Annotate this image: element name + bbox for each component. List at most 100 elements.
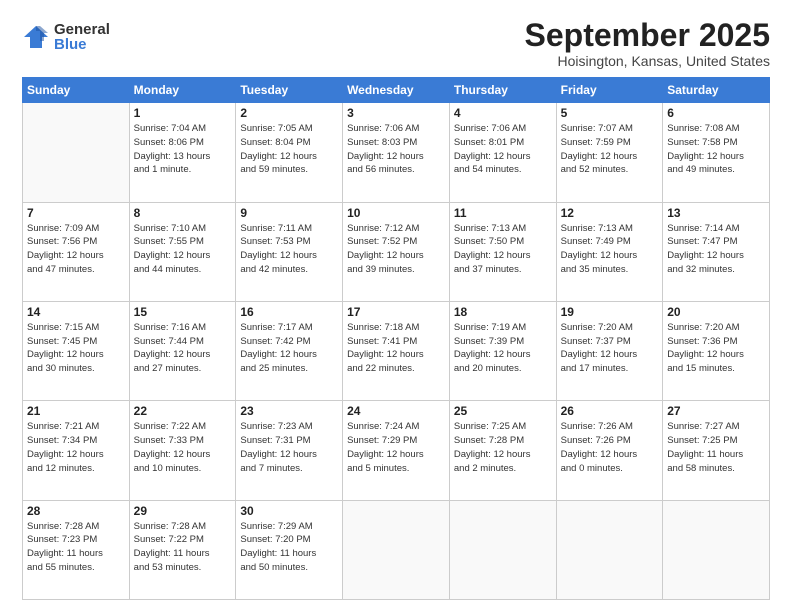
table-row: 1 Sunrise: 7:04 AM Sunset: 8:06 PM Daylig… (129, 103, 236, 202)
day-number: 4 (454, 106, 552, 120)
day-number: 12 (561, 206, 659, 220)
day-info: Sunrise: 7:11 AM Sunset: 7:53 PM Dayligh… (240, 222, 338, 277)
table-row: 19 Sunrise: 7:20 AM Sunset: 7:37 PM Dayli… (556, 301, 663, 400)
table-row: 3 Sunrise: 7:06 AM Sunset: 8:03 PM Daylig… (343, 103, 450, 202)
day-number: 10 (347, 206, 445, 220)
header-thursday: Thursday (449, 78, 556, 103)
day-info: Sunrise: 7:10 AM Sunset: 7:55 PM Dayligh… (134, 222, 232, 277)
table-row: 4 Sunrise: 7:06 AM Sunset: 8:01 PM Daylig… (449, 103, 556, 202)
day-info: Sunrise: 7:13 AM Sunset: 7:50 PM Dayligh… (454, 222, 552, 277)
day-number: 18 (454, 305, 552, 319)
table-row (556, 500, 663, 599)
header-friday: Friday (556, 78, 663, 103)
day-info: Sunrise: 7:06 AM Sunset: 8:01 PM Dayligh… (454, 122, 552, 177)
day-info: Sunrise: 7:19 AM Sunset: 7:39 PM Dayligh… (454, 321, 552, 376)
day-number: 2 (240, 106, 338, 120)
table-row: 29 Sunrise: 7:28 AM Sunset: 7:22 PM Dayli… (129, 500, 236, 599)
table-row: 21 Sunrise: 7:21 AM Sunset: 7:34 PM Dayli… (23, 401, 130, 500)
day-number: 1 (134, 106, 232, 120)
logo-icon (22, 23, 50, 51)
day-number: 20 (667, 305, 765, 319)
day-number: 3 (347, 106, 445, 120)
header-sunday: Sunday (23, 78, 130, 103)
day-number: 17 (347, 305, 445, 319)
day-number: 7 (27, 206, 125, 220)
day-info: Sunrise: 7:16 AM Sunset: 7:44 PM Dayligh… (134, 321, 232, 376)
day-info: Sunrise: 7:08 AM Sunset: 7:58 PM Dayligh… (667, 122, 765, 177)
day-number: 14 (27, 305, 125, 319)
day-number: 29 (134, 504, 232, 518)
day-number: 6 (667, 106, 765, 120)
day-info: Sunrise: 7:18 AM Sunset: 7:41 PM Dayligh… (347, 321, 445, 376)
day-number: 30 (240, 504, 338, 518)
title-block: September 2025 Hoisington, Kansas, Unite… (525, 18, 770, 69)
day-info: Sunrise: 7:28 AM Sunset: 7:22 PM Dayligh… (134, 520, 232, 575)
header: General Blue September 2025 Hoisington, … (22, 18, 770, 69)
day-info: Sunrise: 7:26 AM Sunset: 7:26 PM Dayligh… (561, 420, 659, 475)
day-info: Sunrise: 7:29 AM Sunset: 7:20 PM Dayligh… (240, 520, 338, 575)
table-row: 15 Sunrise: 7:16 AM Sunset: 7:44 PM Dayli… (129, 301, 236, 400)
table-row: 23 Sunrise: 7:23 AM Sunset: 7:31 PM Dayli… (236, 401, 343, 500)
day-info: Sunrise: 7:15 AM Sunset: 7:45 PM Dayligh… (27, 321, 125, 376)
day-number: 23 (240, 404, 338, 418)
table-row: 20 Sunrise: 7:20 AM Sunset: 7:36 PM Dayli… (663, 301, 770, 400)
location: Hoisington, Kansas, United States (525, 53, 770, 69)
table-row: 9 Sunrise: 7:11 AM Sunset: 7:53 PM Daylig… (236, 202, 343, 301)
day-number: 5 (561, 106, 659, 120)
table-row (23, 103, 130, 202)
day-info: Sunrise: 7:25 AM Sunset: 7:28 PM Dayligh… (454, 420, 552, 475)
day-number: 15 (134, 305, 232, 319)
table-row (343, 500, 450, 599)
day-number: 19 (561, 305, 659, 319)
day-number: 11 (454, 206, 552, 220)
day-info: Sunrise: 7:23 AM Sunset: 7:31 PM Dayligh… (240, 420, 338, 475)
day-number: 24 (347, 404, 445, 418)
table-row: 28 Sunrise: 7:28 AM Sunset: 7:23 PM Dayli… (23, 500, 130, 599)
day-number: 16 (240, 305, 338, 319)
header-saturday: Saturday (663, 78, 770, 103)
calendar: Sunday Monday Tuesday Wednesday Thursday… (22, 77, 770, 600)
table-row: 8 Sunrise: 7:10 AM Sunset: 7:55 PM Daylig… (129, 202, 236, 301)
table-row: 14 Sunrise: 7:15 AM Sunset: 7:45 PM Dayli… (23, 301, 130, 400)
day-info: Sunrise: 7:04 AM Sunset: 8:06 PM Dayligh… (134, 122, 232, 177)
day-info: Sunrise: 7:28 AM Sunset: 7:23 PM Dayligh… (27, 520, 125, 575)
table-row: 11 Sunrise: 7:13 AM Sunset: 7:50 PM Dayli… (449, 202, 556, 301)
logo-text: General Blue (54, 22, 110, 52)
table-row: 12Sunrise: 7:13 AM Sunset: 7:49 PM Dayli… (556, 202, 663, 301)
table-row (449, 500, 556, 599)
day-info: Sunrise: 7:05 AM Sunset: 8:04 PM Dayligh… (240, 122, 338, 177)
day-number: 26 (561, 404, 659, 418)
table-row: 7 Sunrise: 7:09 AM Sunset: 7:56 PM Daylig… (23, 202, 130, 301)
table-row (663, 500, 770, 599)
day-info: Sunrise: 7:21 AM Sunset: 7:34 PM Dayligh… (27, 420, 125, 475)
day-info: Sunrise: 7:20 AM Sunset: 7:37 PM Dayligh… (561, 321, 659, 376)
table-row: 5 Sunrise: 7:07 AM Sunset: 7:59 PM Daylig… (556, 103, 663, 202)
logo: General Blue (22, 22, 110, 52)
header-tuesday: Tuesday (236, 78, 343, 103)
logo-general: General (54, 22, 110, 37)
day-number: 21 (27, 404, 125, 418)
logo-blue: Blue (54, 37, 110, 52)
day-info: Sunrise: 7:06 AM Sunset: 8:03 PM Dayligh… (347, 122, 445, 177)
day-number: 8 (134, 206, 232, 220)
table-row: 2 Sunrise: 7:05 AM Sunset: 8:04 PM Daylig… (236, 103, 343, 202)
day-info: Sunrise: 7:09 AM Sunset: 7:56 PM Dayligh… (27, 222, 125, 277)
day-number: 28 (27, 504, 125, 518)
day-number: 9 (240, 206, 338, 220)
table-row: 16Sunrise: 7:17 AM Sunset: 7:42 PM Dayli… (236, 301, 343, 400)
day-info: Sunrise: 7:07 AM Sunset: 7:59 PM Dayligh… (561, 122, 659, 177)
day-number: 27 (667, 404, 765, 418)
day-number: 25 (454, 404, 552, 418)
table-row: 13Sunrise: 7:14 AM Sunset: 7:47 PM Dayli… (663, 202, 770, 301)
day-info: Sunrise: 7:20 AM Sunset: 7:36 PM Dayligh… (667, 321, 765, 376)
table-row: 6 Sunrise: 7:08 AM Sunset: 7:58 PM Daylig… (663, 103, 770, 202)
table-row: 17 Sunrise: 7:18 AM Sunset: 7:41 PM Dayli… (343, 301, 450, 400)
table-row: 26 Sunrise: 7:26 AM Sunset: 7:26 PM Dayli… (556, 401, 663, 500)
table-row: 25 Sunrise: 7:25 AM Sunset: 7:28 PM Dayli… (449, 401, 556, 500)
header-monday: Monday (129, 78, 236, 103)
table-row: 22Sunrise: 7:22 AM Sunset: 7:33 PM Dayli… (129, 401, 236, 500)
day-info: Sunrise: 7:12 AM Sunset: 7:52 PM Dayligh… (347, 222, 445, 277)
header-wednesday: Wednesday (343, 78, 450, 103)
table-row: 30 Sunrise: 7:29 AM Sunset: 7:20 PM Dayli… (236, 500, 343, 599)
table-row: 10 Sunrise: 7:12 AM Sunset: 7:52 PM Dayli… (343, 202, 450, 301)
